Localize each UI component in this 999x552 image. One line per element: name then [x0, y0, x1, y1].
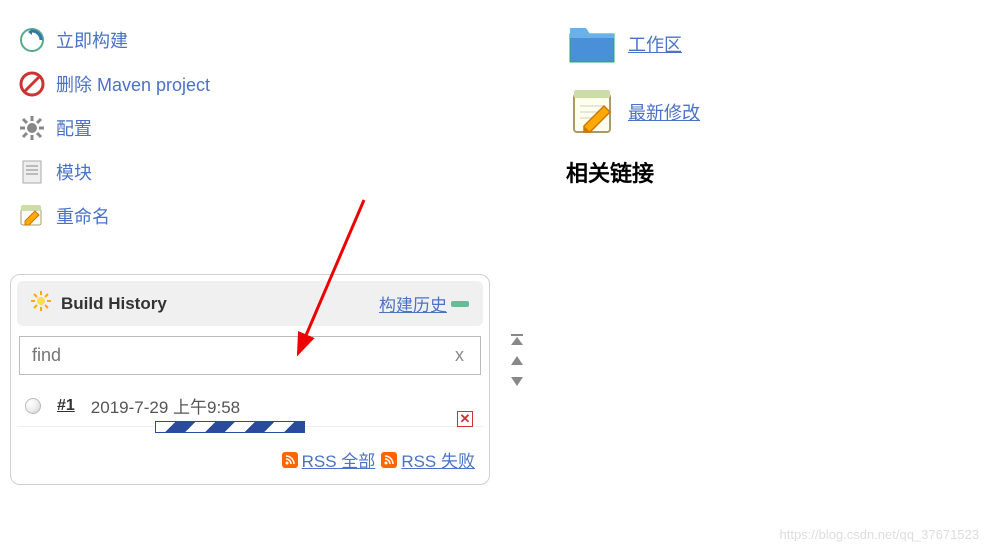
- build-now-icon: [18, 26, 46, 54]
- menu-configure[interactable]: 配置: [10, 106, 530, 150]
- rss-failed-link[interactable]: RSS 失败: [381, 447, 475, 472]
- clear-search-icon[interactable]: x: [451, 345, 468, 366]
- rss-all-link[interactable]: RSS 全部: [282, 447, 376, 472]
- configure-icon: [18, 114, 46, 142]
- menu-label: 立即构建: [56, 27, 128, 53]
- rss-row: RSS 全部 RSS 失败: [17, 427, 483, 478]
- menu-label: 配置: [56, 115, 92, 141]
- build-search-input[interactable]: [32, 345, 451, 366]
- scroll-down-icon[interactable]: [506, 372, 528, 390]
- notepad-icon: [566, 86, 618, 138]
- build-number-link[interactable]: #1: [57, 397, 75, 415]
- rename-icon: [18, 202, 46, 230]
- rss-icon: [381, 452, 397, 468]
- menu-rename[interactable]: 重命名: [10, 194, 530, 238]
- build-row[interactable]: #1 2019-7-29 上午9:58 ✕: [17, 385, 483, 427]
- recent-changes-label: 最新修改: [628, 99, 700, 125]
- trend-link[interactable]: 构建历史: [379, 291, 469, 316]
- scroll-arrows: [506, 332, 528, 390]
- menu-modules[interactable]: 模块: [10, 150, 530, 194]
- delete-icon: [18, 70, 46, 98]
- workspace-label: 工作区: [628, 31, 682, 57]
- cancel-build-icon[interactable]: ✕: [457, 411, 473, 427]
- workspace-link[interactable]: 工作区: [550, 18, 700, 70]
- build-timestamp: 2019-7-29 上午9:58: [91, 393, 240, 418]
- menu-label: 重命名: [56, 203, 110, 229]
- recent-changes-link[interactable]: 最新修改: [550, 86, 700, 138]
- build-progress-bar: [155, 421, 305, 433]
- scroll-top-icon[interactable]: [506, 332, 528, 350]
- folder-icon: [566, 18, 618, 70]
- status-ball-icon: [25, 398, 41, 414]
- build-history-panel: Build History 构建历史 x #1 2019-7-29 上午9:58…: [10, 274, 490, 485]
- sun-icon: [31, 291, 51, 316]
- scroll-up-icon[interactable]: [506, 352, 528, 370]
- watermark: https://blog.csdn.net/qq_37671523: [780, 527, 980, 542]
- trend-dash-icon: [451, 301, 469, 307]
- related-links-heading: 相关链接: [566, 156, 700, 188]
- menu-label: 删除 Maven project: [56, 71, 210, 97]
- panel-header: Build History 构建历史: [17, 281, 483, 326]
- rss-icon: [282, 452, 298, 468]
- menu-label: 模块: [56, 159, 92, 185]
- menu-build-now[interactable]: 立即构建: [10, 18, 530, 62]
- panel-title-text: Build History: [61, 294, 167, 314]
- modules-icon: [18, 158, 46, 186]
- build-search-row: x: [19, 336, 481, 375]
- menu-delete-project[interactable]: 删除 Maven project: [10, 62, 530, 106]
